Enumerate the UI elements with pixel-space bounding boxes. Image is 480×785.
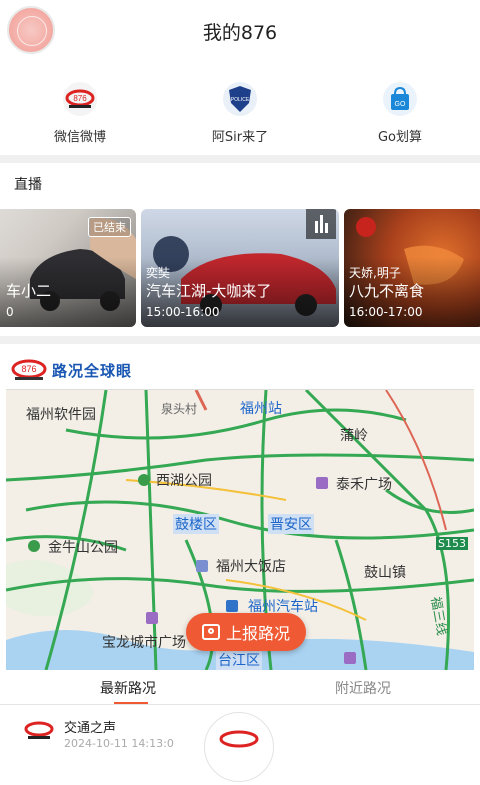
svg-text:POLICE: POLICE [231, 97, 250, 103]
svg-text:GO: GO [395, 101, 406, 108]
map-label: 蒲岭 [340, 428, 368, 444]
shopping-pin-icon [146, 612, 158, 624]
live-card-name: 车小二 [6, 282, 52, 300]
report-button-label: 上报路况 [225, 624, 290, 643]
camera-icon [201, 624, 220, 640]
live-card-time: 15:00-16:00 [146, 305, 220, 319]
banner-title: 路况全球眼 [52, 361, 133, 380]
quick-link-weixin-weibo[interactable]: 876 微信微博 [10, 82, 150, 145]
hotel-pin-icon [196, 560, 208, 572]
police-badge-icon: POLICE [223, 82, 257, 116]
floating-logo-button[interactable] [204, 712, 274, 782]
bus-pin-icon [226, 600, 238, 612]
report-traffic-button[interactable]: 上报路况 [186, 613, 306, 651]
map-label: 台江区 [216, 650, 262, 670]
live-card[interactable]: 奕奘 汽车江湖-大咖来了 15:00-16:00 [141, 209, 339, 327]
quick-link-label: 阿Sir来了 [211, 130, 269, 145]
quick-link-asir[interactable]: POLICE 阿Sir来了 [170, 82, 310, 145]
map-label: 福州大饭店 [216, 559, 286, 575]
quick-link-label: Go划算 [377, 130, 423, 145]
quick-link-label: 微信微博 [53, 130, 106, 145]
feed-source: 交通之声 [64, 721, 117, 736]
tab-indicator [114, 702, 148, 704]
divider [0, 336, 480, 344]
map-label: 金牛山公园 [48, 540, 118, 556]
map-label: 宝龙城市广场 [102, 635, 186, 651]
tab-latest-traffic[interactable]: 最新路况 [100, 678, 156, 698]
divider [0, 155, 480, 163]
live-card-time: 16:00-17:00 [349, 305, 423, 319]
traffic-tabs: 最新路况 附近路况 [0, 670, 480, 705]
car-logo-icon: 876 [63, 82, 97, 116]
map-label: 鼓楼区 [173, 514, 219, 534]
shopping-pin-icon [344, 652, 356, 664]
live-card-name: 八九不离食 [349, 282, 425, 300]
svg-text:876: 876 [73, 94, 87, 103]
road-shield: S153 [436, 537, 468, 550]
page-title: 我的876 [202, 22, 278, 44]
map-label: 西湖公园 [156, 473, 212, 489]
quick-link-go-huasuan[interactable]: GO Go划算 [330, 82, 470, 145]
quick-links: 876 微信微博 POLICE 阿Sir来了 GO Go划算 [0, 70, 480, 152]
live-card-time: 0 [6, 305, 14, 319]
feed-meta: 2024-10-11 14:13:0 [64, 737, 174, 750]
live-card[interactable]: 已结束 车小二 0 [0, 209, 136, 327]
map-label: 福州软件园 [26, 407, 96, 423]
status-badge: 已结束 [88, 217, 131, 237]
map-label: 晋安区 [268, 514, 314, 534]
live-stats-icon [306, 209, 336, 239]
live-section-title: 直播 [14, 177, 42, 193]
live-card-host: 奕奘 [146, 266, 171, 280]
traffic-banner[interactable]: 876 路况全球眼 [10, 357, 132, 383]
map-label: 泰禾广场 [336, 477, 392, 493]
live-card-name: 汽车江湖-大咖来了 [146, 282, 272, 300]
map-label: 福州站 [240, 401, 282, 417]
svg-text:876: 876 [21, 364, 36, 374]
map-label: 泉头村 [161, 402, 198, 416]
live-card[interactable]: 天娇,明子 八九不离食 16:00-17:00 [344, 209, 480, 327]
shopping-bag-icon: GO [383, 82, 417, 116]
car-logo-icon [24, 721, 54, 741]
header: 我的876 [0, 0, 480, 66]
park-icon [138, 474, 150, 486]
tab-nearby-traffic[interactable]: 附近路况 [335, 678, 391, 698]
car-logo-icon: 876 [10, 359, 48, 381]
park-icon [28, 540, 40, 552]
shopping-pin-icon [316, 477, 328, 489]
map-label: 鼓山镇 [364, 565, 406, 581]
live-carousel[interactable]: 已结束 车小二 0 奕奘 汽车江湖-大咖来了 15:00-16:00 天娇,明子… [0, 209, 480, 327]
live-card-host: 天娇,明子 [349, 266, 401, 280]
